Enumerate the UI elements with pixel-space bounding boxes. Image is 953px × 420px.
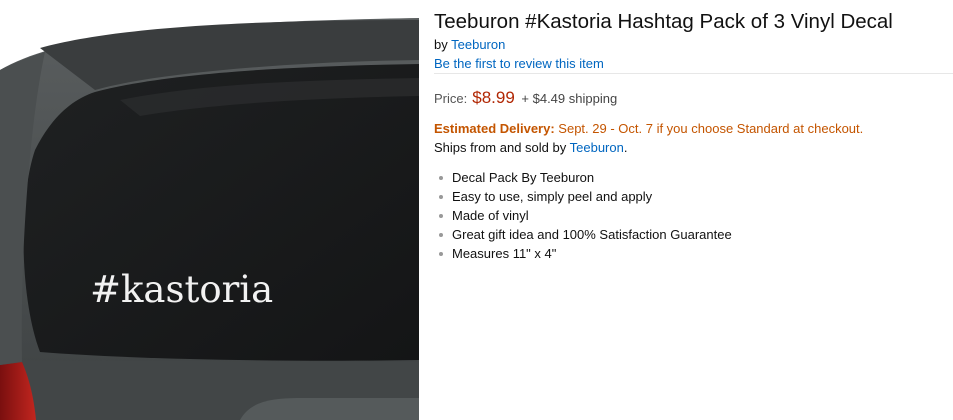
ships-from: Ships from and sold by Teeburon.: [434, 140, 627, 156]
by-label: by: [434, 37, 448, 52]
list-item: Great gift idea and 100% Satisfaction Gu…: [434, 225, 732, 244]
list-item: Made of vinyl: [434, 206, 732, 225]
list-item: Decal Pack By Teeburon: [434, 168, 732, 187]
delivery-label: Estimated Delivery:: [434, 121, 555, 136]
feature-bullets: Decal Pack By Teeburon Easy to use, simp…: [434, 168, 732, 263]
product-details: Teeburon #Kastoria Hashtag Pack of 3 Vin…: [434, 0, 953, 420]
price-row: Price: $8.99 + $4.49 shipping: [434, 88, 617, 109]
shipping-cost: + $4.49 shipping: [521, 91, 618, 106]
seller-link[interactable]: Teeburon: [570, 140, 624, 155]
delivery-text: Sept. 29 - Oct. 7 if you choose Standard…: [558, 121, 864, 136]
product-title: Teeburon #Kastoria Hashtag Pack of 3 Vin…: [434, 10, 893, 33]
product-image[interactable]: #kastoria: [0, 0, 419, 420]
brand-link[interactable]: Teeburon: [451, 37, 505, 52]
ships-prefix: Ships from and sold by: [434, 140, 567, 155]
review-link[interactable]: Be the first to review this item: [434, 56, 604, 72]
price-label: Price:: [434, 91, 468, 106]
divider: [434, 73, 953, 74]
ships-suffix: .: [623, 140, 628, 155]
decal-text: #kastoria: [90, 268, 274, 311]
list-item: Measures 11" x 4": [434, 244, 732, 263]
estimated-delivery: Estimated Delivery: Sept. 29 - Oct. 7 if…: [434, 121, 863, 137]
byline: by Teeburon: [434, 37, 505, 53]
list-item: Easy to use, simply peel and apply: [434, 187, 732, 206]
car-window-photo: [0, 0, 419, 420]
price-value: $8.99: [472, 88, 515, 107]
